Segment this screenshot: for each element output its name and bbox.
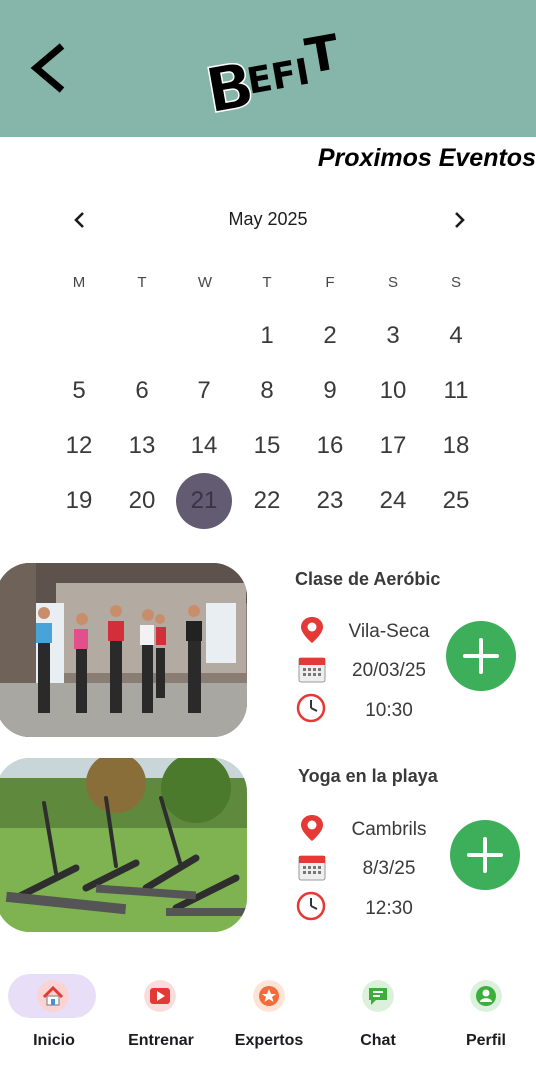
befit-logo: B EFI T [200, 24, 344, 120]
weekday-label: S [387, 274, 398, 291]
nav-item-inicio[interactable]: Inicio [0, 964, 108, 1054]
nav-item-entrenar[interactable]: Entrenar [107, 964, 215, 1054]
section-title: Proximos Eventos [317, 144, 536, 172]
app-header: B EFI T [0, 0, 536, 137]
event-time: 10:30 [365, 700, 413, 721]
calendar-day[interactable]: 16 [302, 421, 358, 471]
calendar-day[interactable]: 14 [176, 421, 232, 471]
calendar-day[interactable]: 13 [114, 421, 170, 471]
star-icon [253, 980, 285, 1012]
calendar-day[interactable]: 11 [428, 366, 484, 416]
calendar-icon [298, 855, 326, 881]
clock-icon [296, 891, 326, 921]
calendar-day[interactable]: 17 [365, 421, 421, 471]
nav-item-expertos[interactable]: Expertos [215, 964, 323, 1054]
event-title: Clase de Aeróbic [295, 569, 441, 589]
add-event-button[interactable] [446, 621, 516, 691]
svg-text:EFI: EFI [244, 51, 313, 102]
calendar-day[interactable]: 4 [428, 311, 484, 361]
calendar-day[interactable]: 3 [365, 311, 421, 361]
nav-label: Expertos [234, 1032, 304, 1049]
weekday-label: W [197, 274, 213, 291]
nav-label: Chat [360, 1032, 396, 1049]
event-date: 20/03/25 [352, 660, 426, 681]
calendar-day[interactable]: 8 [239, 366, 295, 416]
calendar-day[interactable]: 5 [51, 366, 107, 416]
event-date: 8/3/25 [362, 858, 416, 879]
calendar-day[interactable]: 9 [302, 366, 358, 416]
calendar-day[interactable]: 19 [51, 476, 107, 526]
chevron-left-icon[interactable] [26, 40, 74, 96]
event-title: Yoga en la playa [298, 766, 438, 786]
calendar-day[interactable]: 6 [114, 366, 170, 416]
calendar-day-selected[interactable]: 21 [176, 473, 232, 529]
nav-label: Entrenar [128, 1032, 194, 1049]
event-location: Cambrils [351, 819, 427, 840]
weekday-label: M [72, 274, 86, 291]
weekday-label: T [137, 274, 147, 291]
calendar-day[interactable]: 20 [114, 476, 170, 526]
calendar-day[interactable]: 10 [365, 366, 421, 416]
prev-month-button[interactable] [64, 204, 96, 236]
event-location: Vila-Seca [348, 621, 430, 642]
calendar-icon [298, 657, 326, 683]
calendar-month-label: May 2025 [228, 209, 308, 229]
nav-label: Inicio [33, 1032, 75, 1049]
calendar-day[interactable]: 15 [239, 421, 295, 471]
aerobic-class-photo[interactable] [0, 563, 247, 737]
clock-icon [296, 693, 326, 723]
chat-icon [362, 980, 394, 1012]
play-icon [144, 980, 176, 1012]
home-icon [37, 980, 69, 1012]
calendar-day[interactable]: 2 [302, 311, 358, 361]
yoga-park-photo[interactable] [0, 758, 247, 932]
weekday-label: T [262, 274, 272, 291]
calendar-day[interactable]: 18 [428, 421, 484, 471]
calendar-day[interactable]: 1 [239, 311, 295, 361]
location-pin-icon [301, 815, 323, 841]
nav-label: Perfil [465, 1032, 506, 1049]
weekday-label: F [325, 274, 335, 291]
calendar-day[interactable]: 24 [365, 476, 421, 526]
calendar-day[interactable]: 12 [51, 421, 107, 471]
nav-item-chat[interactable]: Chat [324, 964, 432, 1054]
add-event-button[interactable] [450, 820, 520, 890]
calendar-day[interactable]: 7 [176, 366, 232, 416]
event-time: 12:30 [365, 898, 413, 919]
nav-item-perfil[interactable]: Perfil [432, 964, 536, 1054]
next-month-button[interactable] [443, 204, 475, 236]
calendar-day[interactable]: 25 [428, 476, 484, 526]
location-pin-icon [301, 617, 323, 643]
calendar-day[interactable]: 23 [302, 476, 358, 526]
calendar-day[interactable]: 22 [239, 476, 295, 526]
profile-icon [470, 980, 502, 1012]
bottom-navigation: Inicio Entrenar Expertos Chat Perfil [0, 964, 536, 1066]
weekday-label: S [450, 274, 461, 291]
